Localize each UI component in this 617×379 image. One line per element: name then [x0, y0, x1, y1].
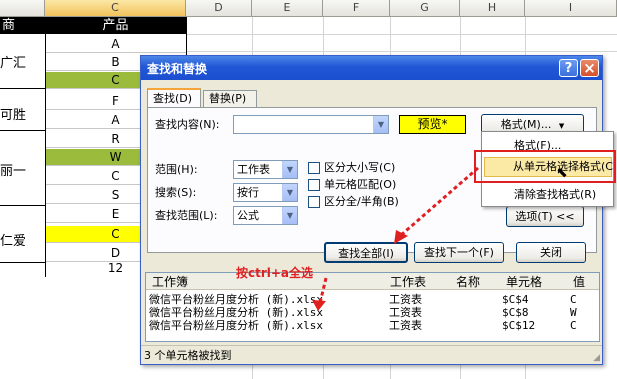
annotation-arrows: [312, 166, 479, 311]
